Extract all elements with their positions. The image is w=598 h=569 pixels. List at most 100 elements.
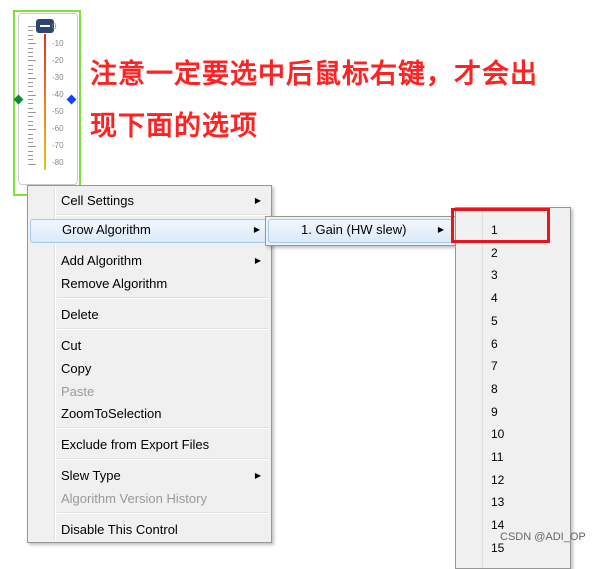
menu-item-label: Algorithm Version History: [61, 491, 207, 506]
menu-separator: [57, 512, 269, 514]
menu-item-zoomtoselection[interactable]: ZoomToSelection: [30, 403, 269, 425]
scale-tick: [28, 103, 33, 105]
menu-item-number[interactable]: 12: [491, 473, 504, 487]
menu-item-slew-type[interactable]: Slew Type ▶: [30, 465, 269, 487]
menu-item-number[interactable]: 9: [491, 405, 498, 419]
menu-item-label: Remove Algorithm: [61, 276, 168, 291]
scale-tick: [28, 133, 33, 135]
scale-label: -30: [52, 73, 64, 82]
scale-tick: [28, 124, 33, 126]
menu-item-algorithm-version-history: Algorithm Version History: [30, 488, 269, 510]
scale-tick: [28, 43, 36, 45]
scale-tick: [28, 77, 36, 79]
menu-item-number[interactable]: 2: [491, 246, 498, 260]
menu-item-disable-this-control[interactable]: Disable This Control: [30, 519, 269, 541]
scale-tick: [28, 116, 33, 118]
scale-tick: [28, 30, 33, 32]
menu-item-number[interactable]: 13: [491, 495, 504, 509]
scale-tick: [28, 107, 33, 109]
submenu-arrow-icon: ▶: [437, 225, 444, 234]
menu-item-label: 1. Gain (HW slew): [301, 222, 407, 237]
scale-tick: [28, 159, 33, 161]
scale-tick: [28, 137, 33, 139]
menu-item-number[interactable]: 11: [491, 450, 503, 464]
scale-tick: [28, 26, 36, 27]
scale-tick: [28, 99, 33, 101]
scale-tick: [28, 64, 33, 66]
scale-tick: [28, 112, 36, 113]
scale-label: -10: [52, 39, 64, 48]
annotation-line-2: 现下面的选项: [90, 111, 258, 142]
menu-item-number[interactable]: 10: [491, 427, 504, 441]
highlight-box: [451, 208, 550, 243]
scale-label: -80: [52, 158, 64, 167]
scale-tick: [28, 81, 33, 83]
menu-item-number[interactable]: 7: [491, 359, 498, 373]
menu-item-remove-algorithm[interactable]: Remove Algorithm: [30, 273, 269, 295]
menu-item-gain-hw-slew[interactable]: 1. Gain (HW slew) ▶: [268, 219, 453, 243]
scale-tick: [28, 150, 33, 152]
scale-tick: [28, 129, 36, 131]
menu-item-label: Add Algorithm: [61, 253, 142, 268]
submenu-arrow-icon: ▶: [254, 196, 261, 205]
submenu-arrow-icon: ▶: [254, 471, 261, 480]
scale-tick: [28, 86, 33, 88]
menu-separator: [57, 328, 269, 330]
scale-label: 0: [52, 22, 57, 31]
menu-item-cell-settings[interactable]: Cell Settings ▶: [30, 190, 269, 212]
watermark: CSDN @ADI_OP: [500, 531, 586, 543]
menu-item-number[interactable]: 4: [491, 291, 498, 305]
gain-number-submenu: 1 2 3 4 5 6 7 8 9 10 11 12 13 14 15: [455, 207, 571, 569]
menu-item-label: Paste: [61, 384, 95, 399]
menu-item-label: Delete: [61, 307, 99, 322]
scale-tick: [28, 56, 33, 58]
menu-item-add-algorithm[interactable]: Add Algorithm ▶: [30, 250, 269, 272]
scale-tick: [28, 163, 36, 165]
menu-item-label: Grow Algorithm: [62, 222, 151, 237]
scale-tick: [28, 142, 33, 144]
menu-item-grow-algorithm[interactable]: Grow Algorithm ▶: [30, 219, 269, 243]
scale-label: -70: [52, 141, 64, 150]
menu-separator: [57, 427, 269, 429]
menu-item-exclude-from-export-files[interactable]: Exclude from Export Files: [30, 434, 269, 456]
menu-separator: [57, 297, 269, 299]
scale-tick: [28, 94, 36, 96]
submenu-arrow-icon: ▶: [253, 225, 260, 234]
menu-separator: [57, 458, 269, 460]
fader-track[interactable]: [44, 34, 46, 170]
scale-tick: [28, 120, 33, 122]
scale-tick: [28, 60, 36, 62]
menu-item-number[interactable]: 8: [491, 382, 498, 396]
scale-tick: [28, 34, 33, 36]
grow-algorithm-submenu: 1. Gain (HW slew) ▶: [265, 216, 456, 246]
menu-item-delete[interactable]: Delete: [30, 304, 269, 326]
menu-item-copy[interactable]: Copy: [30, 358, 269, 380]
scale-tick: [28, 47, 33, 49]
scale-tick: [28, 155, 33, 156]
scale-label: -40: [52, 90, 64, 99]
menu-item-label: Slew Type: [61, 468, 121, 483]
menu-item-label: ZoomToSelection: [61, 406, 162, 421]
menu-item-label: Copy: [61, 361, 92, 376]
menu-item-number[interactable]: 5: [491, 314, 498, 328]
menu-item-label: Exclude from Export Files: [61, 437, 210, 452]
scale-label: -50: [52, 107, 64, 116]
scale-label: -20: [52, 56, 64, 65]
submenu-arrow-icon: ▶: [254, 256, 261, 265]
scale-label: -60: [52, 124, 64, 133]
scale-tick: [28, 73, 33, 75]
scale-tick: [28, 51, 33, 53]
annotation-line-1: 注意一定要选中后鼠标右键，才会出: [90, 59, 538, 90]
menu-item-number[interactable]: 3: [491, 268, 498, 282]
scale-tick: [28, 90, 33, 92]
menu-item-cut[interactable]: Cut: [30, 335, 269, 357]
menu-item-number[interactable]: 14: [491, 518, 504, 532]
scale-tick: [28, 69, 33, 70]
menu-item-paste: Paste: [30, 381, 269, 403]
menu-separator: [57, 214, 269, 216]
scale-tick: [28, 38, 33, 40]
menu-item-number[interactable]: 6: [491, 337, 498, 351]
menu-item-label: Cut: [61, 338, 82, 353]
context-menu: Cell Settings ▶ Grow Algorithm ▶ Add Algorit…: [27, 185, 272, 543]
menu-item-label: Cell Settings: [61, 193, 134, 208]
